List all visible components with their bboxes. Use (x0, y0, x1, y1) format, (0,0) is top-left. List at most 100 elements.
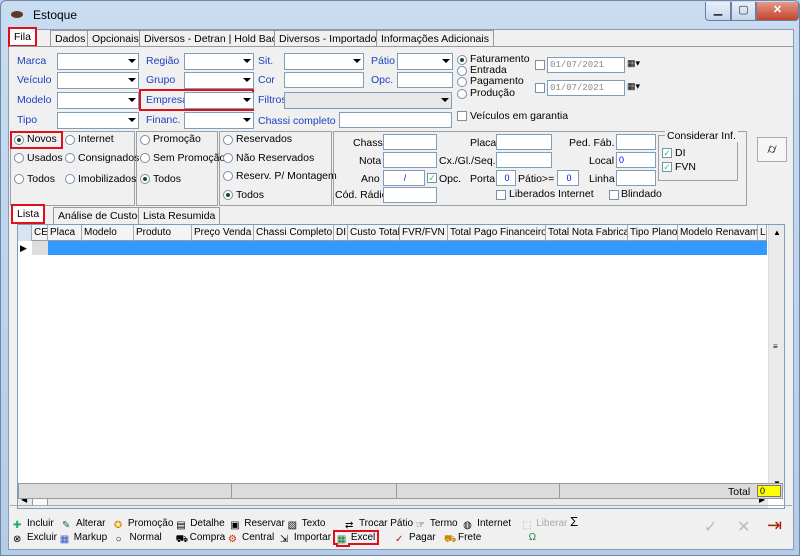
grupo-select[interactable] (184, 72, 254, 89)
patio-select[interactable] (397, 53, 453, 70)
tab-dados[interactable]: Dados (50, 30, 91, 47)
liberar-button[interactable]: ⬚ Liberar (522, 518, 567, 531)
radio-todos-promocao[interactable] (140, 174, 150, 184)
label-filtros[interactable]: Filtros (258, 94, 287, 106)
liberados-checkbox[interactable] (496, 190, 506, 200)
table-row[interactable] (48, 241, 767, 255)
radio-consignados[interactable] (65, 153, 75, 163)
col-preco-venda[interactable]: Preço Venda (192, 225, 254, 241)
binoculars-icon[interactable]: ⌭ (757, 137, 787, 162)
excel-button[interactable]: ▦ Excel (332, 530, 380, 545)
calendar1-icon[interactable]: ▦▾ (627, 58, 649, 72)
radio-todos-reserva[interactable] (223, 190, 233, 200)
ped-fab-input[interactable] (616, 134, 656, 150)
tipo-select[interactable] (57, 112, 139, 129)
col-produto[interactable]: Produto (134, 225, 192, 241)
label-financ[interactable]: Financ. (146, 114, 180, 126)
filtros-select[interactable] (284, 92, 452, 109)
radio-internet[interactable] (65, 135, 75, 145)
label-grupo[interactable]: Grupo (146, 74, 175, 86)
col-total-nota[interactable]: Total Nota Fabrica (546, 225, 628, 241)
di-checkbox[interactable]: ✓ (662, 148, 672, 158)
nota-input[interactable] (383, 152, 437, 168)
tab-diversos-detran[interactable]: Diversos - Detran | Hold Back (139, 30, 288, 47)
tab-info-adicionais[interactable]: Informações Adicionais (376, 30, 494, 47)
stock-grid[interactable]: CE Placa Modelo Produto Preço Venda Chas… (17, 224, 785, 509)
col-tipo-plano[interactable]: Tipo Plano (628, 225, 678, 241)
label-chassi-completo[interactable]: Chassi completo (258, 115, 336, 127)
excluir-button[interactable]: ⊗ Excluir (13, 532, 57, 545)
label-regiao[interactable]: Região (146, 55, 179, 67)
tab-opcionais[interactable]: Opcionais (87, 30, 144, 47)
radio-sem-promocao[interactable] (140, 153, 150, 163)
alterar-button[interactable]: ✎ Alterar (62, 518, 105, 531)
col-placa[interactable]: Placa (48, 225, 82, 241)
financ-select[interactable] (184, 112, 254, 129)
opc-input[interactable] (397, 72, 453, 88)
radio-imobilizados[interactable] (65, 174, 75, 184)
radio-reservados[interactable] (223, 135, 233, 145)
radio-reserv-montagem[interactable] (223, 171, 233, 181)
frete-button[interactable]: ⛟Frete (444, 532, 481, 545)
promocao-button[interactable]: ✪ Promoção (114, 518, 174, 531)
radio-nao-reservados[interactable] (223, 153, 233, 163)
date2-input[interactable]: 01/07/2021 (547, 80, 625, 96)
scroll-up-icon[interactable]: ▲ (773, 228, 781, 237)
label-empresa[interactable]: Empresa (146, 94, 188, 106)
cor-input[interactable] (284, 72, 364, 88)
sigma-icon[interactable]: Σ (570, 514, 578, 529)
placa-input[interactable] (496, 134, 552, 150)
label-sit[interactable]: Sit. (258, 55, 273, 67)
col-fvr-fvn[interactable]: FVR/FVN (400, 225, 448, 241)
maximize-button[interactable]: ▢ (731, 2, 756, 21)
trocar-patio-button[interactable]: ⇄ Trocar Pátio (345, 518, 413, 531)
label-veiculo[interactable]: Veículo (17, 74, 51, 86)
importar-button[interactable]: ⇲ Importar (280, 532, 331, 545)
central-button[interactable]: ⚙ Central (228, 532, 274, 545)
pagar-button[interactable]: ✓ Pagar (395, 532, 436, 545)
date1-input[interactable]: 01/07/2021 (547, 57, 625, 73)
ano-input[interactable]: / (383, 170, 425, 186)
veiculo-select[interactable] (57, 72, 139, 89)
markup-button[interactable]: ▦ Markup (60, 532, 107, 545)
label-modelo[interactable]: Modelo (17, 94, 51, 106)
empresa-select[interactable] (184, 92, 254, 109)
modelo-select[interactable] (57, 92, 139, 109)
date1-checkbox[interactable] (535, 60, 545, 70)
date2-checkbox[interactable] (535, 83, 545, 93)
col-ce[interactable]: CE (32, 225, 48, 241)
omega-icon[interactable]: Ω (529, 532, 536, 543)
chassi-completo-input[interactable] (339, 112, 452, 128)
vertical-scrollbar[interactable]: ▲ ≡ ▼ (768, 225, 784, 491)
radio-producao[interactable] (457, 89, 467, 99)
cod-radio-input[interactable] (383, 187, 437, 203)
radio-pagamento[interactable] (457, 77, 467, 87)
close-button[interactable]: ✕ (756, 2, 799, 21)
col-modelo-renavam[interactable]: Modelo Renavam (678, 225, 758, 241)
grid-corner-icon[interactable] (18, 225, 32, 241)
radio-entrada[interactable] (457, 66, 467, 76)
marca-select[interactable] (57, 53, 139, 70)
label-patio[interactable]: Pátio (371, 55, 395, 67)
garantia-checkbox[interactable] (457, 111, 467, 121)
label-tipo[interactable]: Tipo (17, 114, 37, 126)
opc-checkbox[interactable]: ✓ (427, 173, 437, 183)
col-total-pago[interactable]: Total Pago Financeiro (448, 225, 546, 241)
patio-input[interactable]: 0 (557, 170, 579, 186)
fvn-checkbox[interactable]: ✓ (662, 162, 672, 172)
radio-faturamento[interactable] (457, 55, 467, 65)
tab-fila[interactable]: Fila (8, 27, 37, 47)
detalhe-button[interactable]: ▤ Detalhe (176, 518, 224, 531)
linha-input[interactable] (616, 170, 656, 186)
label-marca[interactable]: Marca (17, 55, 46, 67)
cancel-icon[interactable]: ✕ (737, 517, 750, 537)
radio-usados[interactable] (14, 153, 24, 163)
regiao-select[interactable] (184, 53, 254, 70)
reservar-button[interactable]: ▣ Reservar (230, 518, 285, 531)
sit-select[interactable] (284, 53, 364, 70)
tab-diversos-importados[interactable]: Diversos - Importados (274, 30, 387, 47)
incluir-button[interactable]: ✚ Incluir (13, 518, 54, 531)
normal-button[interactable]: ○ Normal (116, 532, 162, 545)
radio-novos[interactable] (14, 135, 24, 145)
col-modelo[interactable]: Modelo (82, 225, 134, 241)
